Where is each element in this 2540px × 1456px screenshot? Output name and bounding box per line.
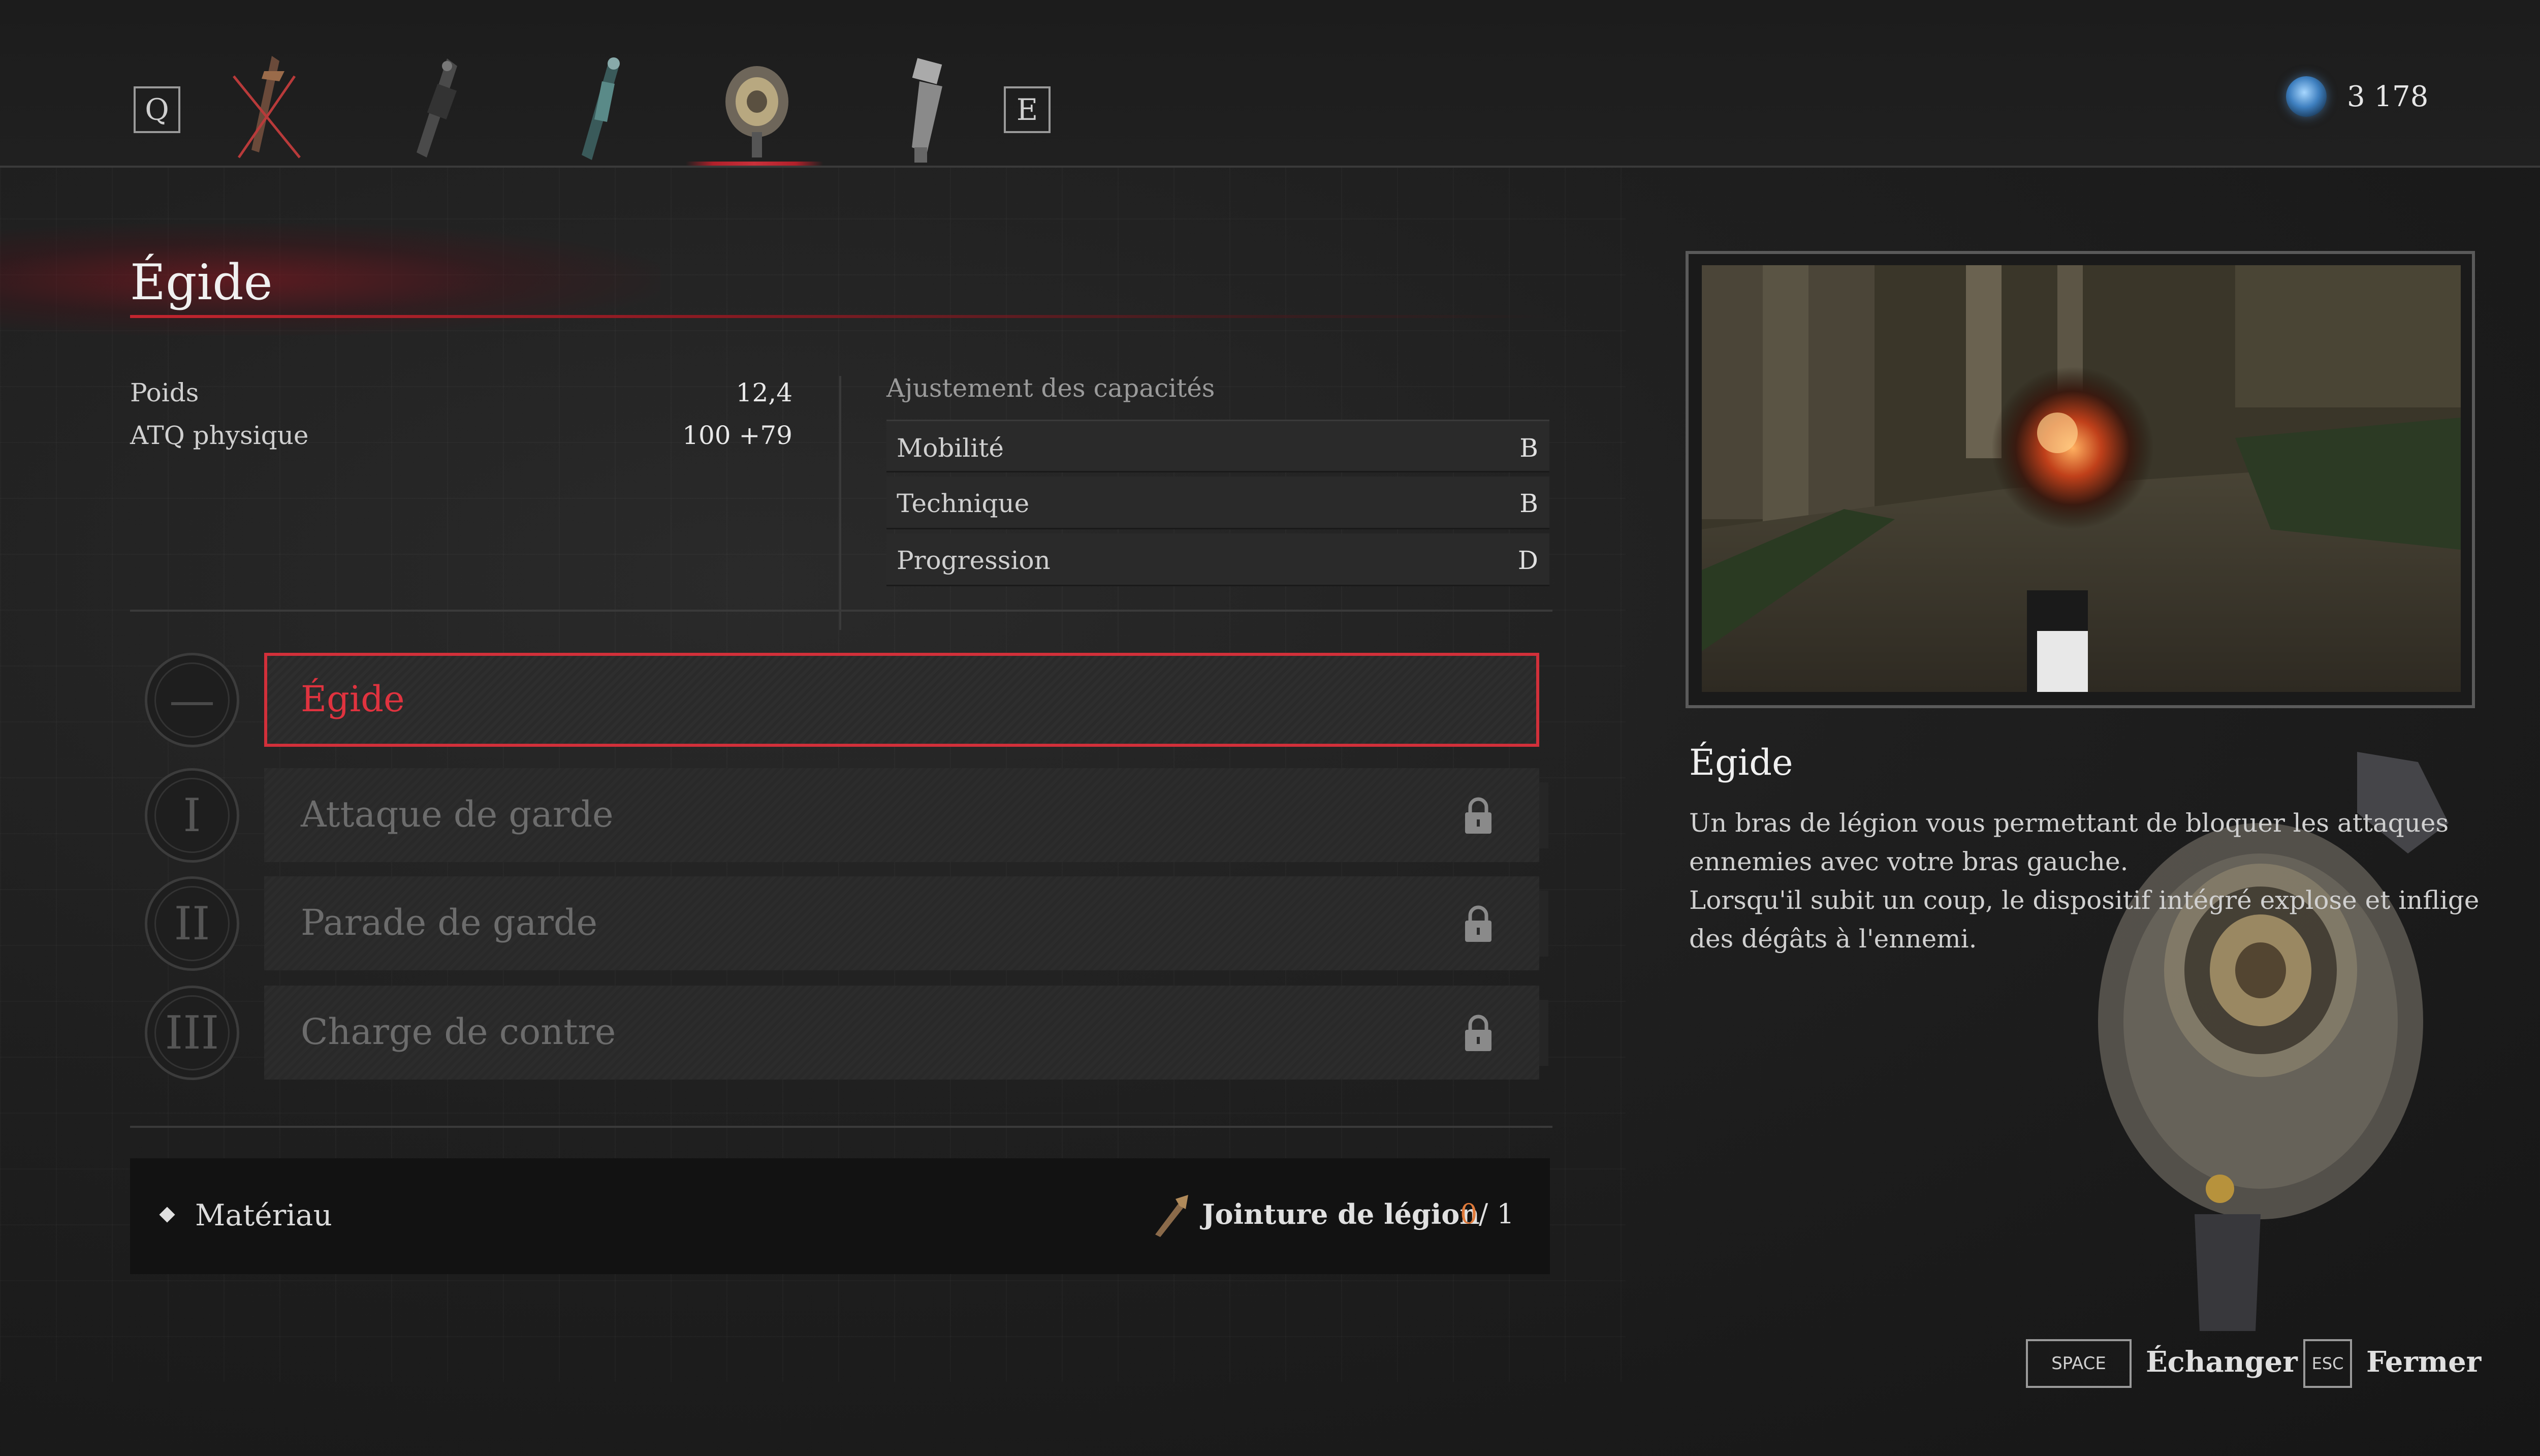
lock-icon: [1465, 797, 1491, 834]
adjustment-grade: B: [1519, 433, 1538, 463]
skill-tier-circle: —: [145, 653, 239, 747]
skill-tier-circle: III: [145, 986, 239, 1080]
prev-tab-key[interactable]: Q: [134, 86, 180, 133]
description-title: Égide: [1689, 742, 1793, 783]
adjustment-row: Mobilité B: [886, 420, 1549, 472]
skill-name: Charge de contre: [301, 1011, 616, 1053]
section-divider: [130, 1126, 1552, 1128]
title-underline: [130, 315, 1552, 318]
adjustment-row: Progression D: [886, 533, 1549, 586]
arm-slot-3-icon[interactable]: [559, 51, 640, 168]
stat-weight-value: 12,4: [736, 378, 792, 407]
space-key-hint[interactable]: SPACE: [2026, 1339, 2132, 1388]
material-label: Matériau: [195, 1198, 332, 1232]
skill-row-counter-charge[interactable]: Charge de contre: [264, 986, 1539, 1080]
aegis-arm-icon[interactable]: [716, 51, 798, 168]
currency-value: 3 178: [2347, 80, 2429, 113]
material-owned-count: 0: [1460, 1198, 1478, 1230]
material-required-count: / 1: [1479, 1198, 1514, 1230]
stat-weight-label: Poids: [130, 378, 199, 407]
top-bar: Q E 3 178: [0, 0, 2540, 168]
description-line: Un bras de légion vous permettant de blo…: [1689, 808, 2449, 838]
legion-joint-icon: [1155, 1195, 1188, 1237]
close-action-label[interactable]: Fermer: [2366, 1345, 2481, 1379]
arm-crossed-icon[interactable]: [224, 51, 305, 168]
section-divider: [130, 610, 1552, 612]
skill-name: Égide: [301, 678, 405, 720]
next-tab-key[interactable]: E: [1004, 86, 1051, 133]
description-line: des dégâts à l'ennemi.: [1689, 924, 1977, 954]
skill-name: Parade de garde: [301, 902, 598, 943]
adjustment-label: Mobilité: [897, 433, 1004, 463]
skill-tier-circle: II: [145, 876, 239, 971]
lock-icon: [1465, 905, 1491, 942]
lock-icon: [1465, 1015, 1491, 1051]
stat-attack-value: 100 +79: [682, 421, 792, 450]
skill-row-aegis[interactable]: Égide: [264, 653, 1539, 747]
stats-divider: [839, 376, 841, 630]
title-glow: [0, 224, 660, 335]
material-panel: Matériau Jointure de légion 0 / 1: [130, 1158, 1550, 1274]
skill-name: Attaque de garde: [301, 794, 614, 835]
description-line: ennemies avec votre bras gauche.: [1689, 847, 2129, 876]
ergo-orb-icon: [2286, 76, 2327, 117]
skill-preview-image: [1702, 265, 2461, 692]
adjustment-label: Progression: [897, 546, 1051, 575]
diamond-bullet-icon: [159, 1207, 175, 1223]
skill-tier-circle: I: [145, 768, 239, 863]
row-end-cap: [1539, 891, 1548, 957]
swap-action-label[interactable]: Échanger: [2146, 1345, 2298, 1379]
item-title: Égide: [130, 254, 273, 311]
adjustment-grade: B: [1519, 489, 1538, 518]
active-tab-indicator: [686, 162, 823, 166]
required-material-name: Jointure de légion: [1202, 1198, 1480, 1230]
description-line: Lorsqu'il subit un coup, le dispositif i…: [1689, 885, 2480, 915]
adjustment-title: Ajustement des capacités: [886, 373, 1215, 403]
row-end-cap: [1539, 1000, 1548, 1066]
skill-row-guard-attack[interactable]: Attaque de garde: [264, 768, 1539, 862]
description-text: Un bras de légion vous permettant de blo…: [1689, 804, 2480, 958]
esc-key-hint[interactable]: ESC: [2303, 1339, 2352, 1388]
arm-slot-5-icon[interactable]: [884, 51, 965, 168]
adjustment-row: Technique B: [886, 477, 1549, 529]
skill-row-guard-parry[interactable]: Parade de garde: [264, 876, 1539, 970]
row-end-cap: [1539, 782, 1548, 848]
adjustment-grade: D: [1517, 546, 1538, 575]
stat-attack-label: ATQ physique: [130, 421, 309, 450]
arm-slot-2-icon[interactable]: [396, 51, 478, 168]
currency-display: 3 178: [2286, 76, 2428, 117]
adjustment-label: Technique: [897, 489, 1030, 518]
